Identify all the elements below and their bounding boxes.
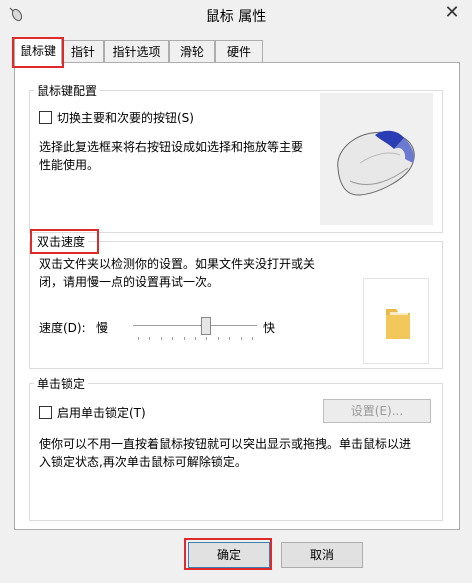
mouse-illustration [337, 130, 415, 196]
button-config-title: 鼠标键配置 [34, 82, 101, 99]
slider-tick [218, 337, 219, 340]
slider-thumb[interactable] [201, 317, 211, 335]
slider-tick [241, 337, 242, 340]
double-click-title: 双击速度 [34, 233, 89, 250]
slider-tick [149, 337, 150, 340]
slider-tick [206, 337, 207, 340]
tab-label: 硬件 [226, 45, 251, 59]
close-button[interactable]: ✕ [440, 2, 464, 24]
test-area[interactable] [363, 278, 429, 364]
window-title: 鼠标 属性 [205, 9, 267, 25]
click-lock-label: 启用单击锁定(T) [57, 406, 146, 420]
click-lock-checkbox[interactable] [39, 406, 52, 419]
double-click-description-line1: 双击文件夹以检测你的设置。如果文件夹没打开或关 [39, 257, 316, 271]
slider-tick [229, 337, 230, 340]
tab-label: 滑轮 [179, 45, 204, 59]
slider-tick [172, 337, 173, 340]
tab-hardware[interactable]: 硬件 [215, 40, 263, 62]
slider-track [133, 325, 257, 327]
click-lock-settings-button[interactable]: 设置(E)... [323, 399, 431, 423]
tab-pointer-options[interactable]: 指针选项 [104, 40, 169, 62]
swap-buttons-label: 切换主要和次要的按钮(S) [57, 111, 194, 125]
swap-description-line2: 性能使用。 [39, 158, 100, 172]
tab-label: 指针选项 [112, 45, 161, 59]
speed-label: 速度(D): [39, 321, 86, 335]
ok-button[interactable]: 确定 [188, 542, 270, 568]
fast-label: 快 [263, 321, 276, 335]
tab-label: 鼠标键 [19, 44, 56, 58]
tab-pointers[interactable]: 指针 [62, 40, 104, 62]
tab-mouse-buttons[interactable]: 鼠标键 [14, 37, 62, 64]
click-lock-title: 单击锁定 [34, 375, 89, 392]
tab-label: 指针 [70, 45, 95, 59]
swap-buttons-checkbox[interactable] [39, 111, 52, 124]
slider-tick [138, 337, 139, 340]
click-lock-description-line2: 入锁定状态,再次单击鼠标可解除锁定。 [39, 455, 247, 469]
double-click-description-line2: 闭，请用慢一点的设置再试一次。 [39, 275, 220, 289]
slider-tick [195, 337, 196, 340]
swap-description-line1: 选择此复选框来将右按钮设成如选择和拖放等主要 [39, 140, 304, 154]
close-icon: ✕ [444, 2, 460, 23]
title-bar: 鼠标 属性 ✕ [0, 0, 472, 30]
mouse-preview [320, 93, 433, 225]
slider-tick [184, 337, 185, 340]
tab-panel: 鼠标键配置 切换主要和次要的按钮(S) 选择此复选框来将右按钮设成如选择和拖放等… [14, 62, 460, 530]
tab-wheel[interactable]: 滑轮 [169, 40, 215, 62]
slider-tick [161, 337, 162, 340]
cancel-button[interactable]: 取消 [281, 542, 363, 568]
click-lock-description-line1: 使你可以不用一直按着鼠标按钮就可以突出显示或拖拽。单击鼠标以进 [39, 437, 412, 451]
slow-label: 慢 [96, 321, 109, 335]
slider-tick [252, 337, 253, 340]
folder-icon [386, 309, 410, 339]
speed-slider[interactable] [133, 313, 257, 343]
